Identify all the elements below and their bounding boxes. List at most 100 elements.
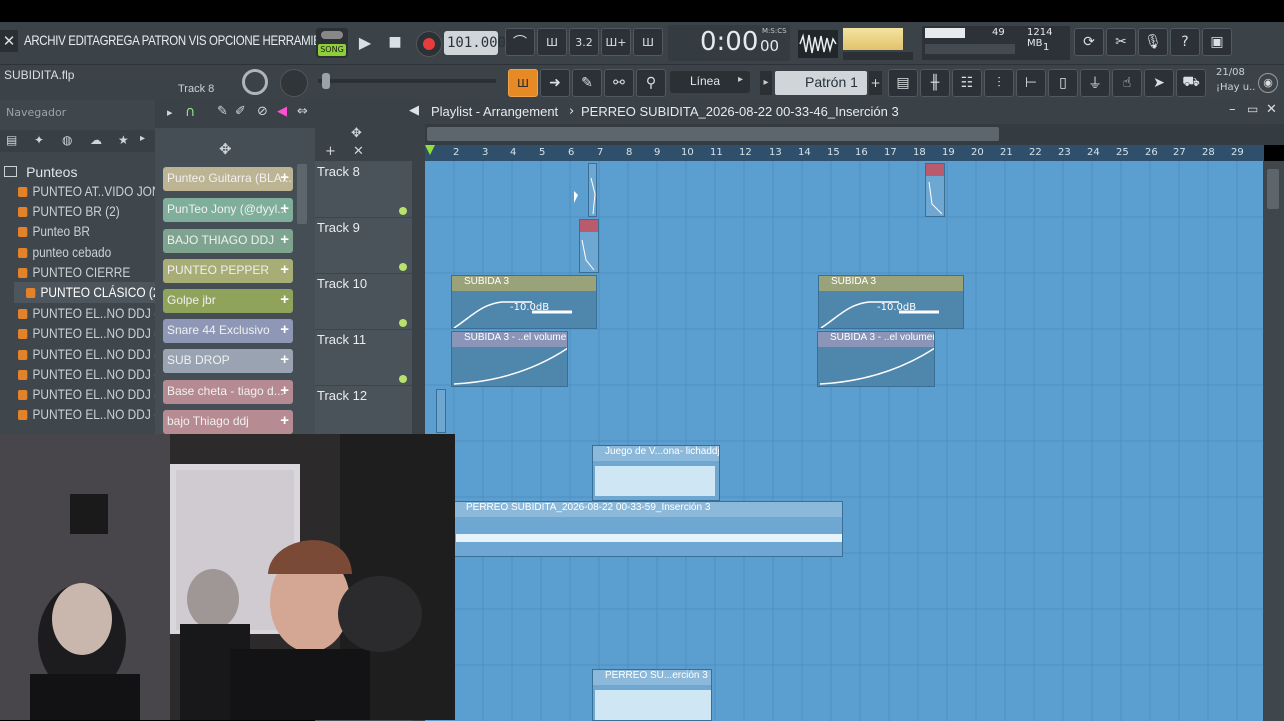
playlist-grid[interactable]: SUBIDA 3 -10.0dB SUBIDA 3 -10.0dB SUBIDA…	[425, 161, 1263, 721]
close-icon[interactable]: ✕	[1266, 102, 1277, 117]
browser-item[interactable]: PUNTEO EL..NO DDJ (6)	[18, 386, 169, 402]
help-icon[interactable]: ?	[1170, 28, 1200, 56]
audio-clip[interactable]	[579, 219, 599, 273]
files-icon[interactable]: ▤	[6, 133, 17, 147]
channel-rack-icon[interactable]: ☷	[952, 69, 982, 97]
track-header[interactable]: Track 12	[315, 385, 412, 441]
scroll-thumb[interactable]	[1267, 169, 1279, 209]
browser-tree-icon[interactable]: ⊢	[1016, 69, 1046, 97]
magnet-icon[interactable]: ∩	[185, 104, 195, 120]
cloud-icon[interactable]: ☁	[90, 133, 102, 147]
slip-icon[interactable]: ⇔	[297, 104, 308, 119]
snap-select[interactable]: Línea ▸	[670, 71, 750, 93]
draw-tool-icon[interactable]: ✎	[572, 69, 602, 97]
delete-icon[interactable]: ⊘	[257, 104, 268, 119]
paint-icon[interactable]: ✎	[217, 104, 228, 119]
add-pattern-icon[interactable]: +	[869, 71, 882, 95]
arrow-right-icon[interactable]: ▸	[140, 133, 145, 144]
position-slider[interactable]	[318, 73, 496, 89]
channel-button[interactable]: Snare 44 Exclusivo +	[163, 319, 293, 343]
close-app-button[interactable]: ✕	[0, 30, 18, 52]
menu-items[interactable]: ARCHIV EDITAGREGA PATRON VIS OPCIONE HER…	[24, 32, 342, 48]
channel-button[interactable]: bajo Thiago ddj +	[163, 410, 293, 434]
brush-icon[interactable]: ✐	[235, 104, 246, 119]
automation-clip[interactable]: SUBIDA 3 - ..el volumen	[817, 331, 935, 387]
step-edit-icon[interactable]: Ш+	[601, 28, 631, 56]
tempo-display[interactable]: 101.000	[444, 31, 506, 55]
record-button[interactable]	[416, 31, 442, 57]
send-icon[interactable]: ➤	[1144, 69, 1174, 97]
track-active-led[interactable]	[399, 319, 407, 327]
metronome-icon[interactable]: ⌒	[505, 28, 535, 56]
time-display[interactable]: 0:00 00 M:S:CS	[668, 25, 790, 61]
microphone-icon[interactable]: 🎙	[1138, 28, 1168, 56]
browser-item[interactable]: PUNTEO AT..VIDO JONY	[18, 183, 168, 199]
track-header[interactable]: Track 10	[315, 273, 412, 330]
browser-item[interactable]: PUNTEO EL..NO DDJ (5)	[18, 366, 169, 382]
audio-clip[interactable]: PERREO SUBIDITA_2026-08-22 00-33-59_Inse…	[453, 501, 843, 557]
browser-item[interactable]: PUNTEO CIERRE	[18, 264, 130, 280]
arrow-tool-icon[interactable]: ➜	[540, 69, 570, 97]
rack-scrollbar[interactable]	[297, 164, 307, 224]
reset-icon[interactable]: ⟳	[1074, 28, 1104, 56]
save-icon[interactable]: ▣	[1202, 28, 1232, 56]
news-icon[interactable]: ◉	[1258, 73, 1278, 93]
stop-button[interactable]: ■	[380, 28, 410, 56]
channel-button[interactable]: Punteo Guitarra (BLA... +	[163, 167, 293, 191]
mixer-icon[interactable]: ⫶	[984, 69, 1014, 97]
piano-roll-icon[interactable]: ╫	[920, 69, 950, 97]
browser-item-selected[interactable]: PUNTEO CLÁSICO (2)	[26, 284, 163, 300]
play-button[interactable]: ▶	[350, 28, 380, 56]
automation-clip[interactable]: SUBIDA 3 - ..el volumen	[451, 331, 568, 387]
stamp-icon[interactable]: ⚲	[636, 69, 666, 97]
master-volume-slider[interactable]	[843, 52, 913, 60]
project-icon[interactable]: ▯	[1048, 69, 1078, 97]
minimize-icon[interactable]: –	[1229, 102, 1236, 117]
mute-icon[interactable]: ◀	[277, 104, 287, 119]
playlist-vertical-scrollbar[interactable]	[1263, 161, 1284, 721]
audio-clip[interactable]	[925, 163, 945, 217]
play-arrow-icon[interactable]: ▸	[167, 106, 173, 119]
pattern-clip[interactable]: SUBIDA 3 -10.0dB	[818, 275, 964, 329]
maximize-icon[interactable]: ▭	[1247, 102, 1258, 116]
channel-button[interactable]: BAJO THIAGO DDJ +	[163, 229, 293, 253]
overview-thumb[interactable]	[427, 127, 999, 141]
tools-icon[interactable]: ✂	[1106, 28, 1136, 56]
browser-item[interactable]: PUNTEO EL..NO DDJ (2)	[18, 305, 169, 321]
audio-clip[interactable]: PERREO SU...erción 3	[592, 669, 712, 721]
plugin-icon[interactable]: ⏚	[1080, 69, 1110, 97]
countdown-icon[interactable]: 3.2	[569, 28, 599, 56]
track-header[interactable]: Track 11	[315, 329, 412, 386]
audio-clip[interactable]	[588, 163, 597, 217]
add-track-icon[interactable]: +	[325, 144, 336, 159]
pattern-clip[interactable]: SUBIDA 3 -10.0dB	[451, 275, 597, 329]
playlist-view-icon[interactable]: Ш	[508, 69, 538, 97]
playhead-marker[interactable]	[425, 145, 435, 155]
link-icon[interactable]: ⚯	[604, 69, 634, 97]
pattern-select[interactable]: ▸ Patrón 1 +	[760, 71, 882, 95]
channel-button[interactable]: PUNTEO PEPPER +	[163, 259, 293, 283]
playlist-icon[interactable]: ▤	[888, 69, 918, 97]
track-header[interactable]: Track 9	[315, 217, 412, 274]
cart-icon[interactable]: ⛟	[1176, 69, 1206, 97]
master-pitch-knob[interactable]	[242, 69, 268, 95]
graph-icon[interactable]: ✥	[219, 140, 232, 158]
browser-root-folder[interactable]: Punteos	[4, 162, 77, 181]
channel-button[interactable]: SUB DROP +	[163, 349, 293, 373]
arrangement-name[interactable]: PERREO SUBIDITA_2026-08-22 00-33-46_Inse…	[581, 104, 899, 119]
plugins-icon[interactable]: ✦	[34, 133, 44, 147]
track-header[interactable]: Track 8	[315, 161, 412, 218]
speaker-icon[interactable]: ◀	[409, 103, 419, 118]
channel-button[interactable]: Base cheta - tiago d... +	[163, 380, 293, 404]
timeline-ruler[interactable]: 2 3 4 5 6 7 8 9 10 11 12 13 14 15 16 17 …	[425, 145, 1264, 161]
browser-item[interactable]: PUNTEO BR (2)	[18, 203, 120, 219]
remove-icon[interactable]: ✕	[353, 144, 364, 159]
track-active-led[interactable]	[399, 263, 407, 271]
browser-item[interactable]: PUNTEO EL..NO DDJ (4)	[18, 346, 169, 362]
song-mode-toggle[interactable]: SONG	[316, 28, 348, 58]
browser-item[interactable]: PUNTEO EL..NO DDJ (3)	[18, 325, 169, 341]
browser-item[interactable]: Punteo BR	[18, 223, 90, 239]
globe-icon[interactable]: ◍	[62, 133, 72, 147]
browser-item[interactable]: punteo cebado	[18, 244, 111, 260]
track-active-led[interactable]	[399, 207, 407, 215]
